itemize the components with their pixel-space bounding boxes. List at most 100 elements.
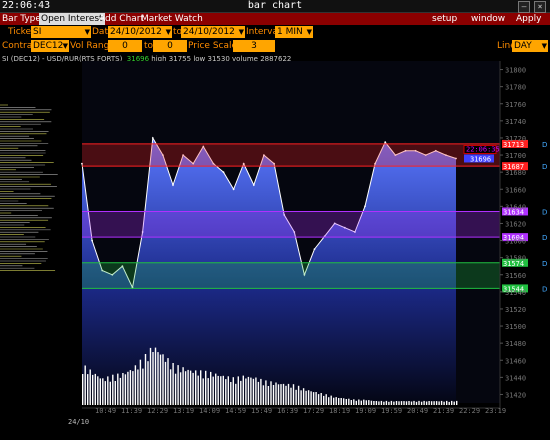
menu-apply[interactable]: Apply bbox=[514, 13, 543, 25]
price-point bbox=[172, 184, 174, 186]
menu-window[interactable]: window bbox=[469, 13, 507, 25]
price-scale-input[interactable]: 3 bbox=[233, 40, 275, 52]
volume-bar bbox=[330, 395, 332, 405]
price-chart-svg: 31713 D31687 D31634 D31604 D31574 D31544 D 318… bbox=[0, 61, 547, 426]
volume-bar bbox=[202, 378, 204, 405]
volume-bar bbox=[315, 392, 317, 405]
volume-bar bbox=[207, 378, 209, 405]
volume-bar bbox=[84, 365, 86, 405]
price-tick-label: 31780 bbox=[505, 84, 526, 92]
volume-bar bbox=[363, 399, 365, 405]
time-tick-label: 19:09 bbox=[355, 407, 376, 415]
dropdown-arrow-icon: ▼ bbox=[238, 28, 244, 36]
volume-bar bbox=[147, 361, 149, 405]
volume-bar bbox=[195, 370, 197, 405]
volume-bar bbox=[323, 395, 325, 405]
vol-to-input[interactable]: 0 bbox=[153, 40, 187, 52]
volume-bar bbox=[215, 373, 217, 405]
level-d-marker: D bbox=[542, 260, 547, 268]
volume-bar bbox=[252, 378, 255, 405]
volume-bar bbox=[267, 386, 270, 405]
volume-bar bbox=[255, 377, 257, 405]
volume-bar bbox=[378, 401, 380, 405]
menu-bar-type[interactable]: Bar Type bbox=[0, 13, 43, 25]
chart-area[interactable]: SI (DEC12) - USD/RUR(RTS FORTS) 31696 hi… bbox=[0, 55, 550, 440]
volume-bar bbox=[167, 358, 169, 405]
volume-bar bbox=[453, 401, 455, 405]
vol-to-label: to bbox=[144, 41, 154, 51]
volume-bar bbox=[257, 381, 260, 405]
menu-market-watch[interactable]: Market Watch bbox=[139, 13, 205, 25]
volume-bar bbox=[192, 372, 194, 405]
volume-bar bbox=[122, 373, 124, 405]
volume-bar bbox=[212, 376, 214, 405]
time-tick-label: 14:09 bbox=[199, 407, 220, 415]
time-tick-label: 20:49 bbox=[407, 407, 428, 415]
volume-bar bbox=[152, 352, 154, 405]
volume-bar bbox=[287, 383, 290, 405]
volume-bar bbox=[340, 398, 342, 405]
time-tick-label: 11:39 bbox=[121, 407, 142, 415]
time-tick-label: 16:39 bbox=[277, 407, 298, 415]
menu-setup[interactable]: setup bbox=[430, 13, 459, 25]
volume-bar bbox=[302, 388, 305, 405]
volume-bar bbox=[107, 376, 109, 405]
volume-bar bbox=[184, 371, 187, 405]
volume-bar bbox=[375, 401, 378, 405]
vol-from-input[interactable]: 0 bbox=[108, 40, 142, 52]
volume-bar bbox=[300, 390, 302, 405]
interval-select[interactable]: 1 MIN ▼ bbox=[275, 26, 313, 38]
volume-bar bbox=[222, 375, 224, 405]
date-from-select[interactable]: 24/10/2012 ▼ bbox=[108, 26, 172, 38]
volume-bar bbox=[139, 359, 142, 405]
price-tick-label: 31560 bbox=[505, 272, 526, 280]
menu-open-interest[interactable]: Open Interest bbox=[39, 13, 105, 25]
volume-bar bbox=[94, 373, 96, 405]
volume-bar bbox=[400, 401, 403, 405]
volume-bar bbox=[137, 369, 139, 405]
time-tick-label: 13:19 bbox=[173, 407, 194, 415]
volume-bar bbox=[210, 371, 212, 405]
time-tick-label: 15:49 bbox=[251, 407, 272, 415]
volume-bar bbox=[385, 400, 388, 405]
volume-bar bbox=[317, 394, 320, 405]
volume-bar bbox=[440, 400, 443, 405]
volume-bar bbox=[179, 372, 182, 405]
volume-bar bbox=[328, 397, 330, 405]
price-tick-label: 31600 bbox=[505, 238, 526, 246]
volume-bar bbox=[144, 354, 147, 405]
volume-bar bbox=[99, 378, 101, 405]
volume-bar bbox=[338, 398, 340, 405]
volume-bar bbox=[82, 374, 84, 405]
volume-bar bbox=[383, 401, 385, 405]
volume-bar bbox=[446, 400, 448, 405]
volume-bar bbox=[348, 398, 350, 405]
date-to-select[interactable]: 24/10/2012 ▼ bbox=[181, 26, 245, 38]
ticker-select[interactable]: SI ▼ bbox=[31, 26, 91, 38]
time-tick-label: 12:29 bbox=[147, 407, 168, 415]
volume-bar bbox=[230, 382, 232, 405]
line-value: DAY bbox=[514, 41, 532, 51]
volume-bar bbox=[127, 371, 129, 405]
volume-bar bbox=[89, 369, 91, 405]
volume-bar bbox=[282, 383, 285, 405]
volume-bar bbox=[162, 354, 164, 405]
volume-bar bbox=[343, 398, 345, 405]
minimize-icon[interactable]: – bbox=[518, 1, 530, 13]
line-select[interactable]: DAY ▼ bbox=[512, 40, 548, 52]
volume-bar bbox=[132, 371, 134, 405]
dropdown-arrow-icon: ▼ bbox=[84, 28, 90, 36]
volume-bar bbox=[102, 378, 104, 405]
close-icon[interactable]: × bbox=[534, 1, 546, 13]
volume-bar bbox=[335, 397, 337, 405]
time-tick-label: 22:29 bbox=[459, 407, 480, 415]
volume-bar bbox=[403, 401, 405, 405]
level-d-marker: D bbox=[542, 234, 547, 242]
volume-bar bbox=[297, 385, 300, 405]
price-tick-label: 31540 bbox=[505, 289, 526, 297]
volume-bar bbox=[405, 401, 408, 405]
contract-select[interactable]: DEC12 ▼ bbox=[31, 40, 69, 52]
price-tick-label: 31640 bbox=[505, 203, 526, 211]
volume-bar bbox=[290, 387, 292, 405]
volume-bar bbox=[225, 379, 227, 405]
